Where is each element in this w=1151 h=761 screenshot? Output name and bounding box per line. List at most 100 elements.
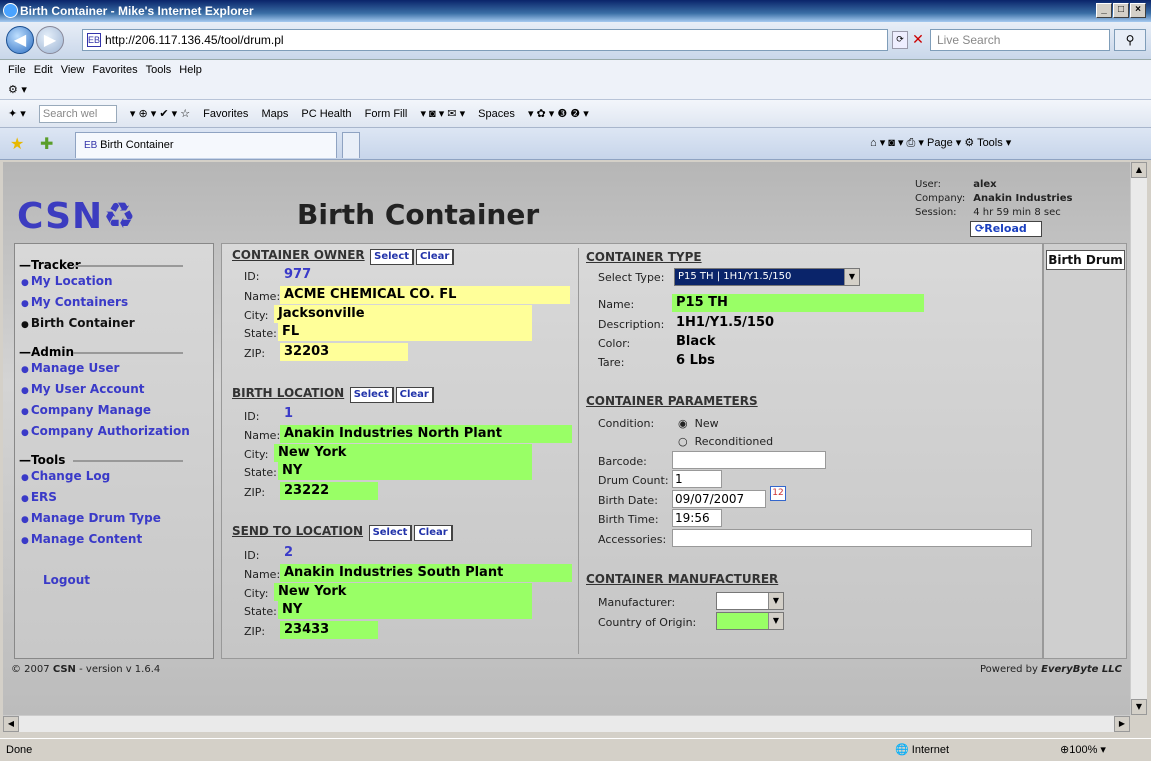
owner-city-label: City: <box>244 309 269 322</box>
sidebar-item-manage-drum-type[interactable]: ● Manage Drum Type <box>15 509 213 530</box>
csn-logo: CSN♻ <box>17 196 136 237</box>
live-search-input[interactable]: Live Search <box>930 29 1110 51</box>
toolbar-favorites[interactable]: Favorites <box>203 108 248 120</box>
toolbar-spaces[interactable]: Spaces <box>478 108 515 120</box>
owner-select-button[interactable]: Select <box>370 249 415 265</box>
powered-by-text: Powered by <box>979 664 1038 675</box>
sidebar-item-my-containers[interactable]: ● My Containers <box>15 293 213 314</box>
menu-favorites[interactable]: Favorites <box>88 60 141 80</box>
menu-help[interactable]: Help <box>175 60 206 80</box>
toolbar-maps[interactable]: Maps <box>261 108 288 120</box>
drum-count-input[interactable]: 1 <box>672 470 722 488</box>
toolbar-search-input[interactable]: Search wel <box>38 105 117 124</box>
add-favorites-icon[interactable]: ✚ <box>40 134 53 153</box>
toolbar-misc-icons[interactable]: ▾ ⊕ ▾ ✔ ▾ ☆ <box>130 108 190 120</box>
drum-count-label: Drum Count: <box>598 474 669 487</box>
birth-select-button[interactable]: Select <box>349 387 394 403</box>
command-bar[interactable]: ⌂ ▾ ◙ ▾ ⎙ ▾ Page ▾ ⚙ Tools ▾ <box>870 136 1011 150</box>
tab-birth-container[interactable]: EB Birth Container <box>75 132 337 158</box>
scroll-up-icon[interactable]: ▲ <box>1131 162 1147 178</box>
accessories-input[interactable] <box>672 529 1032 547</box>
send-name-label: Name: <box>244 568 281 581</box>
sidebar-item-ers[interactable]: ● ERS <box>15 488 213 509</box>
scroll-down-icon[interactable]: ▼ <box>1131 699 1147 715</box>
sidebar-item-manage-user[interactable]: ● Manage User <box>15 359 213 380</box>
owner-zip-value: 32203 <box>280 343 408 361</box>
manufacturer-label: Manufacturer: <box>598 596 676 609</box>
barcode-input[interactable] <box>672 451 826 469</box>
main-panel: CONTAINER OWNER Select Clear ID: 977 Name… <box>221 243 1043 659</box>
zoom-control[interactable]: ⊕100% ▾ <box>1060 739 1106 761</box>
close-button[interactable]: × <box>1130 3 1146 18</box>
scroll-right-icon[interactable]: ▶ <box>1114 716 1130 732</box>
logout-link[interactable]: Logout <box>15 571 213 590</box>
owner-clear-button[interactable]: Clear <box>416 249 455 265</box>
zone-text: Internet <box>911 744 950 756</box>
forward-button[interactable]: ▶ <box>36 26 64 54</box>
globe-icon: 🌐 <box>895 744 909 756</box>
calendar-icon[interactable]: 12 <box>770 486 786 501</box>
manufacturer-select[interactable]: ▼ <box>716 592 784 610</box>
birth-drum-button[interactable]: Birth Drum <box>1046 250 1125 270</box>
sidebar-item-my-user-account[interactable]: ● My User Account <box>15 380 213 401</box>
url-field[interactable]: EB http://206.117.136.45/tool/drum.pl <box>82 29 888 51</box>
ie-icon <box>3 3 18 18</box>
address-bar: ◀ ▶ EB http://206.117.136.45/tool/drum.p… <box>0 22 1151 60</box>
sidebar-item-change-log[interactable]: ● Change Log <box>15 467 213 488</box>
country-origin-select[interactable]: ▼ <box>716 612 784 630</box>
sidebar-item-birth-container[interactable]: ● Birth Container <box>15 314 213 335</box>
chevron-down-icon: ▼ <box>844 269 859 285</box>
page-footer: © 2007 CSN - version v 1.6.4 Powered by … <box>11 660 1126 680</box>
scroll-left-icon[interactable]: ◀ <box>3 716 19 732</box>
minimize-button[interactable]: _ <box>1096 3 1112 18</box>
condition-reconditioned-radio[interactable]: ○ Reconditioned <box>678 435 773 448</box>
ctype-desc-value: 1H1/Y1.5/150 <box>676 315 775 330</box>
birth-date-input[interactable]: 09/07/2007 <box>672 490 766 508</box>
sidebar-item-company-authorization[interactable]: ● Company Authorization <box>15 422 213 443</box>
send-clear-button[interactable]: Clear <box>414 525 453 541</box>
vertical-scrollbar[interactable]: ▲ ▼ <box>1130 162 1147 715</box>
addon-icon[interactable]: ⚙ ▾ <box>0 80 1151 100</box>
admin-section-title: —Admin <box>15 345 213 359</box>
sidebar-item-manage-content[interactable]: ● Manage Content <box>15 530 213 551</box>
birth-zip-value: 23222 <box>280 482 378 500</box>
page-menu[interactable]: Page <box>927 137 953 149</box>
sidebar-item-company-manage[interactable]: ● Company Manage <box>15 401 213 422</box>
back-button[interactable]: ◀ <box>6 26 34 54</box>
menu-file[interactable]: File <box>4 60 30 80</box>
sidebar-label: Company Authorization <box>30 424 190 438</box>
send-header: SEND TO LOCATION Select Clear <box>232 524 453 541</box>
toolbar-pc-health[interactable]: PC Health <box>301 108 351 120</box>
ctype-select[interactable]: P15 TH | 1H1/Y1.5/150 ▼ <box>674 268 860 286</box>
favorites-star-icon[interactable]: ★ <box>10 134 24 153</box>
user-value: alex <box>973 179 997 190</box>
search-icon[interactable]: ⚲ <box>1114 29 1146 51</box>
tracker-title-text: Tracker <box>31 258 81 272</box>
birth-name-value: Anakin Industries North Plant <box>280 425 572 443</box>
tools-title-text: Tools <box>31 453 66 467</box>
refresh-icon[interactable]: ⟳ <box>892 31 908 49</box>
ctype-name-value: P15 TH <box>672 294 924 312</box>
toolbar-form-fill[interactable]: Form Fill <box>365 108 408 120</box>
send-zip-label: ZIP: <box>244 625 266 638</box>
menu-edit[interactable]: Edit <box>30 60 57 80</box>
tools-menu[interactable]: Tools <box>977 137 1003 149</box>
session-value: 4 hr 59 min 8 sec <box>973 207 1061 218</box>
maximize-button[interactable]: □ <box>1113 3 1129 18</box>
send-select-button[interactable]: Select <box>368 525 413 541</box>
menu-tools[interactable]: Tools <box>142 60 176 80</box>
menu-view[interactable]: View <box>57 60 89 80</box>
toolbar-rss-icon[interactable]: ▾ ◙ ▾ ✉ ▾ <box>420 108 465 120</box>
owner-state-value: FL <box>278 323 532 341</box>
birth-clear-button[interactable]: Clear <box>395 387 434 403</box>
condition-new-radio[interactable]: ◉ New <box>678 417 719 430</box>
reload-button[interactable]: ⟳Reload <box>970 221 1042 237</box>
toolbar-more-icons[interactable]: ▾ ✿ ▾ ❸ ❷ ▾ <box>528 108 589 120</box>
horizontal-scrollbar[interactable]: ◀ ▶ <box>3 715 1130 732</box>
birth-time-input[interactable]: 19:56 <box>672 509 722 527</box>
sidebar-item-my-location[interactable]: ● My Location <box>15 272 213 293</box>
reload-label: Reload <box>984 222 1027 235</box>
tracker-section-title: —Tracker <box>15 258 213 272</box>
stop-icon[interactable]: ✕ <box>910 31 926 49</box>
new-tab-button[interactable] <box>342 132 360 158</box>
